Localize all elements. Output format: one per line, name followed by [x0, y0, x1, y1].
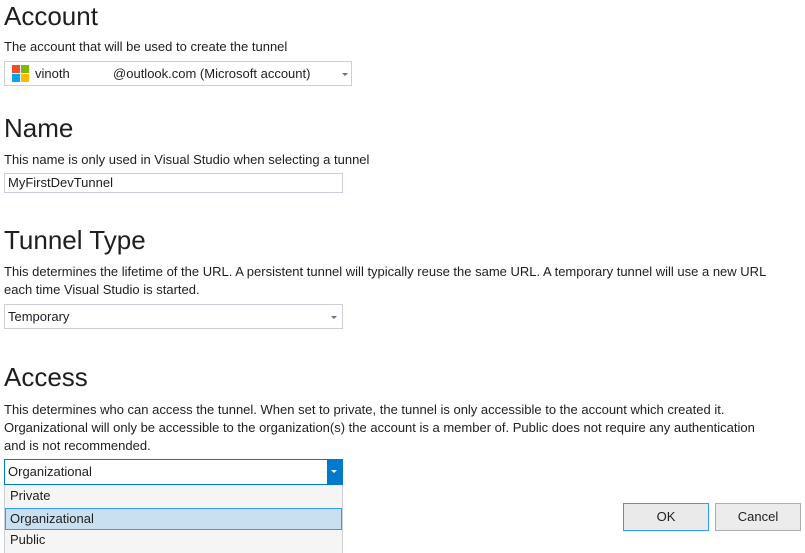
name-heading: Name: [4, 113, 74, 143]
access-dropdown[interactable]: Organizational: [4, 459, 343, 485]
tunnel-type-dropdown[interactable]: Temporary: [4, 304, 343, 329]
ok-button[interactable]: OK: [623, 503, 709, 531]
name-input-value: MyFirstDevTunnel: [8, 175, 113, 190]
microsoft-logo-icon: [12, 65, 29, 82]
access-description-line-2: Organizational will only be accessible t…: [4, 420, 755, 435]
chevron-down-icon: [331, 470, 337, 473]
access-options-list: Private Organizational Public: [4, 485, 343, 553]
name-description: This name is only used in Visual Studio …: [4, 152, 370, 167]
account-description: The account that will be used to create …: [4, 39, 288, 54]
tunnel-type-heading: Tunnel Type: [4, 225, 146, 255]
account-dropdown[interactable]: vinoth @outlook.com (Microsoft account): [4, 61, 352, 86]
chevron-down-icon: [331, 316, 337, 319]
access-description-line-3: and is not recommended.: [4, 438, 151, 453]
tunnel-type-description-line-2: each time Visual Studio is started.: [4, 282, 200, 297]
account-value: vinoth @outlook.com (Microsoft account): [35, 66, 311, 81]
tunnel-type-selected: Temporary: [8, 309, 70, 324]
account-heading: Account: [4, 1, 98, 31]
access-dropdown-button[interactable]: [327, 460, 342, 484]
name-input[interactable]: MyFirstDevTunnel: [4, 173, 343, 193]
access-description-line-1: This determines who can access the tunne…: [4, 402, 725, 417]
chevron-down-icon: [342, 73, 348, 76]
access-heading: Access: [4, 362, 88, 392]
access-option-public[interactable]: Public: [5, 530, 342, 552]
access-option-organizational[interactable]: Organizational: [5, 508, 342, 530]
tunnel-type-description-line-1: This determines the lifetime of the URL.…: [4, 264, 767, 279]
cancel-button[interactable]: Cancel: [715, 503, 801, 531]
access-selected: Organizational: [8, 464, 92, 479]
access-option-private[interactable]: Private: [5, 486, 342, 508]
